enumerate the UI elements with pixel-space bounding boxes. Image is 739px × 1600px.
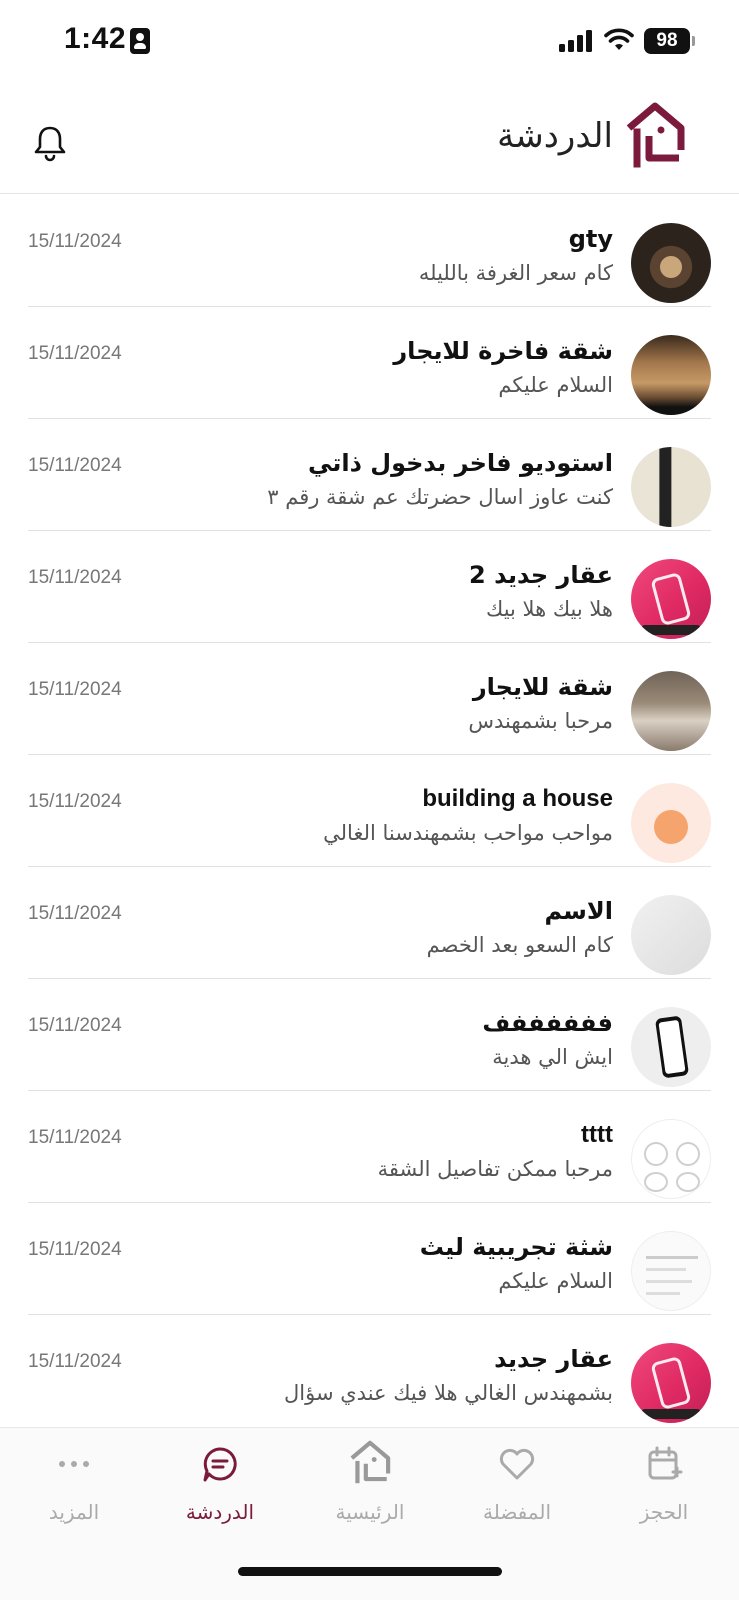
home-indicator-bar xyxy=(238,1567,502,1576)
calendar-add-icon xyxy=(648,1446,683,1480)
heart-icon xyxy=(499,1448,535,1480)
phone-stand-graphic xyxy=(641,1409,701,1419)
chat-list-item[interactable]: gty كام سعر الغرفة بالليله 15/11/2024 xyxy=(28,195,711,307)
chat-list-item[interactable]: الاسم كام السعو بعد الخصم 15/11/2024 xyxy=(28,867,711,979)
chat-last-message: كام سعر الغرفة بالليله xyxy=(418,261,613,285)
chat-avatar xyxy=(631,1231,711,1311)
chat-last-message: مواحب مواحب بشمهندسنا الغالي xyxy=(323,821,613,845)
phone-illustration-icon xyxy=(650,571,692,627)
chat-list-item[interactable]: tttt مرحبا ممكن تفاصيل الشقة 15/11/2024 xyxy=(28,1091,711,1203)
tab-chat[interactable]: الدردشة xyxy=(150,1428,290,1538)
chat-date: 15/11/2024 xyxy=(28,1351,122,1372)
chat-date: 15/11/2024 xyxy=(28,567,122,588)
chat-list-item[interactable]: building a house مواحب مواحب بشمهندسنا ا… xyxy=(28,755,711,867)
tab-more-label: المزيد xyxy=(48,1500,100,1524)
chat-last-message: كام السعو بعد الخصم xyxy=(426,933,613,957)
chat-avatar xyxy=(631,1343,711,1423)
chat-list-item[interactable]: شقة فاخرة للايجار السلام عليكم 15/11/202… xyxy=(28,307,711,419)
phone-illustration-icon xyxy=(650,1355,692,1411)
chat-last-message: مرحبا بشمهندس xyxy=(468,709,613,733)
chat-date: 15/11/2024 xyxy=(28,231,122,252)
chat-last-message: السلام عليكم xyxy=(498,1269,613,1293)
chat-title: شثة تجريبية ليث xyxy=(419,1233,613,1261)
chat-avatar xyxy=(631,1119,711,1199)
page-title: الدردشة xyxy=(497,116,613,156)
chat-list-item[interactable]: شثة تجريبية ليث السلام عليكم 15/11/2024 xyxy=(28,1203,711,1315)
cellular-signal-icon xyxy=(559,30,593,52)
chat-title: tttt xyxy=(581,1121,613,1148)
chat-list-item[interactable]: شقة للايجار مرحبا بشمهندس 15/11/2024 xyxy=(28,643,711,755)
tab-favorites-label: المفضلة xyxy=(482,1500,552,1524)
chat-last-message: كنت عاوز اسال حضرتك عم شقة رقم ٣ xyxy=(267,485,613,509)
chat-date: 15/11/2024 xyxy=(28,791,122,812)
tab-more[interactable]: المزيد xyxy=(4,1428,144,1538)
chat-list-item[interactable]: استوديو فاخر بدخول ذاتي كنت عاوز اسال حض… xyxy=(28,419,711,531)
tab-booking-label: الحجز xyxy=(639,1500,689,1524)
chat-avatar xyxy=(631,783,711,863)
chat-list: gty كام سعر الغرفة بالليله 15/11/2024 شق… xyxy=(0,195,739,1425)
chat-title: الاسم xyxy=(544,897,613,925)
app-header: الدردشة xyxy=(0,84,739,194)
bottom-tab-bar: المزيد الدردشة الرئيسية المفضلة الحجز xyxy=(0,1427,739,1600)
chat-list-item[interactable]: عقار جديد بشمهندس الغالي هلا فيك عندي سؤ… xyxy=(28,1315,711,1425)
chat-title: استوديو فاخر بدخول ذاتي xyxy=(308,449,613,477)
app-logo-icon xyxy=(626,102,685,168)
chat-date: 15/11/2024 xyxy=(28,343,122,364)
tab-favorites[interactable]: المفضلة xyxy=(447,1428,587,1538)
tab-home-label: الرئيسية xyxy=(335,1500,405,1524)
chat-title: شقة للايجار xyxy=(472,673,613,701)
chat-avatar xyxy=(631,895,711,975)
status-bar: 1:42 98 xyxy=(0,0,739,84)
chat-list-item[interactable]: عقار جديد 2 هلا بيك هلا بيك 15/11/2024 xyxy=(28,531,711,643)
chat-title: building a house xyxy=(422,785,613,812)
chat-avatar xyxy=(631,223,711,303)
tab-home[interactable]: الرئيسية xyxy=(300,1428,440,1538)
tab-chat-label: الدردشة xyxy=(185,1500,255,1524)
chat-title: عقار جديد 2 xyxy=(469,561,613,589)
chat-last-message: مرحبا ممكن تفاصيل الشقة xyxy=(377,1157,613,1181)
chat-avatar xyxy=(631,335,711,415)
status-time: 1:42 xyxy=(64,22,127,55)
notifications-bell-icon[interactable] xyxy=(32,124,68,164)
battery-indicator: 98 xyxy=(644,28,695,54)
chat-title: ففففففف xyxy=(482,1009,613,1037)
contact-card-icon xyxy=(130,28,150,54)
chat-avatar xyxy=(631,559,711,639)
chat-title: عقار جديد xyxy=(494,1345,613,1373)
phone-mockup-graphic xyxy=(654,1015,690,1079)
chat-date: 15/11/2024 xyxy=(28,679,122,700)
chat-date: 15/11/2024 xyxy=(28,455,122,476)
chat-last-message: ايش الي هدية xyxy=(492,1045,613,1069)
more-dots-icon xyxy=(59,1461,89,1467)
chat-last-message: بشمهندس الغالي هلا فيك عندي سؤال xyxy=(284,1381,613,1405)
chat-date: 15/11/2024 xyxy=(28,903,122,924)
phone-stand-graphic xyxy=(641,625,701,635)
chat-title: gty xyxy=(568,225,613,253)
chat-avatar xyxy=(631,447,711,527)
chat-last-message: هلا بيك هلا بيك xyxy=(486,597,613,621)
chat-date: 15/11/2024 xyxy=(28,1239,122,1260)
home-logo-icon xyxy=(350,1440,391,1484)
chat-date: 15/11/2024 xyxy=(28,1127,122,1148)
wifi-icon xyxy=(604,28,634,50)
chat-avatar xyxy=(631,671,711,751)
chat-avatar xyxy=(631,1007,711,1087)
chat-list-item[interactable]: ففففففف ايش الي هدية 15/11/2024 xyxy=(28,979,711,1091)
chat-date: 15/11/2024 xyxy=(28,1015,122,1036)
chat-title: شقة فاخرة للايجار xyxy=(393,337,613,365)
chat-bubble-icon xyxy=(203,1447,237,1482)
chat-screen: 1:42 98 الدردشة gty كام سعر الغرفة باللي… xyxy=(0,0,739,1600)
chat-last-message: السلام عليكم xyxy=(498,373,613,397)
tab-booking[interactable]: الحجز xyxy=(594,1428,734,1538)
